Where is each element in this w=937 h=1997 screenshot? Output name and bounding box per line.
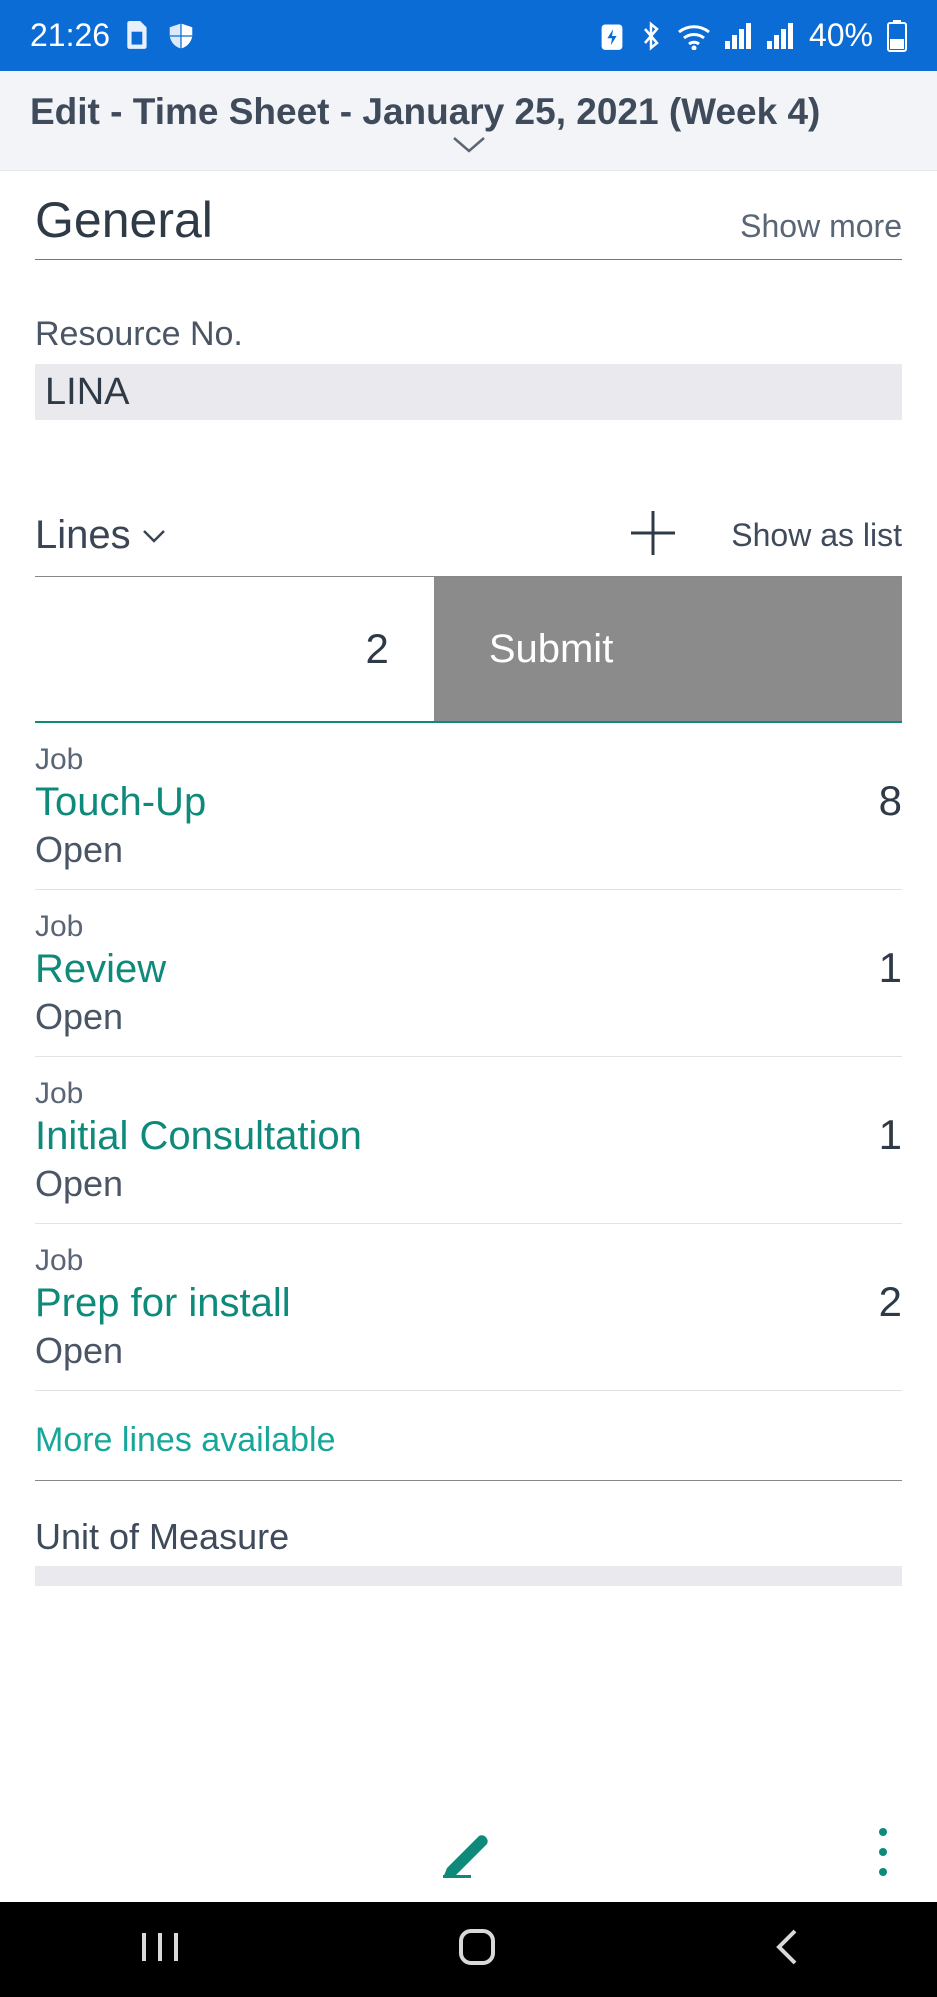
back-button[interactable] <box>771 1925 801 1974</box>
line-status: Open <box>35 1163 902 1205</box>
signal-icon-1 <box>725 23 753 49</box>
line-qty: 2 <box>879 1278 902 1326</box>
bottom-toolbar <box>0 1802 937 1902</box>
line-status: Open <box>35 1330 902 1372</box>
line-item[interactable]: Job Prep for install 2 Open <box>35 1224 902 1391</box>
power-save-icon <box>599 21 625 51</box>
line-type: Job <box>35 1077 902 1111</box>
line-item[interactable]: Job Initial Consultation 1 Open <box>35 1057 902 1224</box>
line-name: Review <box>35 947 166 992</box>
swipe-count: 2 <box>35 577 434 721</box>
bluetooth-icon <box>639 20 663 52</box>
sim-icon <box>125 21 151 51</box>
line-status: Open <box>35 829 902 871</box>
general-section-header: General Show more <box>35 191 902 260</box>
line-name: Prep for install <box>35 1281 291 1326</box>
line-type: Job <box>35 743 902 777</box>
shield-icon <box>166 21 196 51</box>
recents-button[interactable] <box>136 1927 184 1972</box>
line-status: Open <box>35 996 902 1038</box>
battery-percent: 40% <box>809 17 873 54</box>
android-navbar <box>0 1902 937 1997</box>
page-title: Edit - Time Sheet - January 25, 2021 (We… <box>30 91 820 133</box>
signal-icon-2 <box>767 23 795 49</box>
chevron-down-icon <box>449 135 489 160</box>
page-header[interactable]: Edit - Time Sheet - January 25, 2021 (We… <box>0 71 937 171</box>
add-line-button[interactable] <box>625 505 681 566</box>
status-time: 21:26 <box>30 17 110 54</box>
uom-label: Unit of Measure <box>35 1516 902 1558</box>
resource-no-input[interactable] <box>35 364 902 420</box>
swipe-action-row[interactable]: 2 Submit <box>35 577 902 723</box>
line-type: Job <box>35 1244 902 1278</box>
home-button[interactable] <box>455 1925 499 1974</box>
line-name: Touch-Up <box>35 780 206 825</box>
wifi-icon <box>677 22 711 50</box>
status-bar: 21:26 40% <box>0 0 937 71</box>
more-lines-link[interactable]: More lines available <box>35 1391 902 1475</box>
chevron-down-icon <box>141 528 167 544</box>
edit-button[interactable] <box>437 1822 501 1883</box>
line-name: Initial Consultation <box>35 1114 362 1159</box>
line-type: Job <box>35 910 902 944</box>
uom-input[interactable] <box>35 1566 902 1586</box>
general-title: General <box>35 191 213 259</box>
resource-no-label: Resource No. <box>35 315 902 354</box>
submit-button[interactable]: Submit <box>434 577 902 721</box>
line-qty: 8 <box>879 777 902 825</box>
line-qty: 1 <box>879 944 902 992</box>
line-item[interactable]: Job Review 1 Open <box>35 890 902 1057</box>
lines-dropdown[interactable]: Lines <box>35 513 167 558</box>
show-as-list-link[interactable]: Show as list <box>731 517 902 554</box>
battery-icon <box>887 20 907 52</box>
line-qty: 1 <box>879 1111 902 1159</box>
more-menu-button[interactable] <box>879 1828 887 1876</box>
show-more-link[interactable]: Show more <box>740 208 902 245</box>
lines-title-text: Lines <box>35 513 131 558</box>
line-item[interactable]: Job Touch-Up 8 Open <box>35 723 902 890</box>
